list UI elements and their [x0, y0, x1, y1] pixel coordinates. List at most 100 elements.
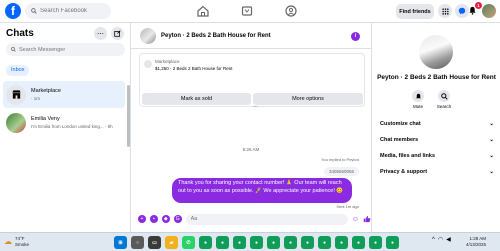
start-icon[interactable]: ⊞: [114, 236, 127, 249]
chrome-icon[interactable]: ●: [335, 236, 348, 249]
chrome-icon[interactable]: ●: [284, 236, 297, 249]
wifi-icon[interactable]: ◠: [438, 236, 443, 243]
conversation-name: Marketplace: [31, 88, 61, 94]
marketplace-listing-card: Marketplace $1,250 · 2 Beds 2 Bath House…: [139, 53, 365, 107]
facebook-logo[interactable]: f: [5, 3, 21, 19]
chrome-icon[interactable]: ●: [386, 236, 399, 249]
search-conversation-button[interactable]: Search: [433, 90, 455, 109]
conversation-marketplace[interactable]: Marketplace · 1m: [3, 81, 125, 108]
account-avatar[interactable]: [482, 4, 496, 18]
image-icon[interactable]: ▪: [149, 215, 158, 223]
typing-dots: ...: [253, 103, 259, 109]
find-friends-button[interactable]: Find friends: [396, 4, 434, 19]
tab-inbox[interactable]: Inbox: [6, 65, 30, 76]
chrome-icon[interactable]: ●: [301, 236, 314, 249]
chat-options-button[interactable]: ⋯: [94, 27, 107, 40]
clock-date: 4/13/2025: [466, 242, 487, 247]
message-composer: + ▪ ◆ G ☺: [131, 209, 371, 229]
emoji-icon[interactable]: ☺: [352, 216, 359, 223]
shop-icon: [11, 90, 21, 99]
conversation-preview: I'm Emilia from London united king... · …: [31, 124, 113, 129]
more-options-button[interactable]: More options: [253, 93, 363, 105]
chrome-icon[interactable]: ●: [250, 236, 263, 249]
chrome-icon[interactable]: ●: [199, 236, 212, 249]
sticker-icon[interactable]: ◆: [161, 215, 170, 223]
conversation-preview: · 1m: [31, 96, 40, 101]
messenger-search[interactable]: [6, 43, 125, 56]
conversation-info-icon[interactable]: i: [351, 32, 360, 41]
top-navigation-bar: f Find friends 1: [0, 0, 500, 23]
messenger-icon: [458, 7, 466, 15]
message-input[interactable]: [185, 213, 348, 225]
weather-condition: Smoke: [15, 241, 30, 247]
mark-as-sold-button[interactable]: Mark as sold: [142, 93, 251, 105]
conversation-emilia-veny[interactable]: Emilia Veny I'm Emilia from London unite…: [3, 109, 125, 136]
conversation-name: Emilia Veny: [31, 116, 60, 122]
listing-profile-image: [419, 35, 453, 69]
marketplace-small-icon: [144, 60, 152, 68]
chevron-down-icon: ⌄: [489, 169, 494, 175]
task-view-icon[interactable]: ▭: [148, 236, 161, 249]
chrome-icon[interactable]: ●: [233, 236, 246, 249]
plus-icon[interactable]: +: [138, 215, 146, 223]
section-label: Chat members: [380, 137, 419, 143]
privacy-support-row[interactable]: Privacy & support ⌄: [380, 167, 494, 177]
chrome-icon[interactable]: ●: [352, 236, 365, 249]
marketplace-avatar: [6, 84, 26, 105]
chrome-icon[interactable]: ●: [216, 236, 229, 249]
chats-title: Chats: [6, 28, 34, 39]
chats-sidebar: Chats ⋯ Inbox Marketplace · 1m Emilia Ve…: [0, 23, 131, 232]
whatsapp-icon[interactable]: ✆: [182, 236, 195, 249]
more-dots-icon: ⋯: [97, 30, 104, 38]
message-timestamp: 5:26 AM: [242, 147, 260, 152]
new-message-button[interactable]: [111, 27, 124, 40]
volume-icon[interactable]: ◀: [446, 236, 451, 243]
file-explorer-icon[interactable]: ▰: [165, 236, 178, 249]
grid-menu-icon: [441, 7, 449, 15]
media-files-links-row[interactable]: Media, files and links ⌄: [380, 151, 494, 161]
marketplace-icon[interactable]: [240, 4, 254, 18]
chat-members-row[interactable]: Chat members ⌄: [380, 135, 494, 145]
windows-taskbar: ☁ 74°F Smoke ⊞ ○ ▭ ▰ ✆ ● ● ● ● ● ● ● ● ●…: [0, 232, 500, 251]
mute-button[interactable]: Mute: [407, 90, 429, 109]
facebook-search-input[interactable]: [40, 8, 100, 14]
marketplace-label: Marketplace: [155, 59, 180, 64]
sidebar-scrollbar[interactable]: [127, 85, 130, 147]
chrome-icon[interactable]: ●: [369, 236, 382, 249]
weather-widget[interactable]: ☁ 74°F Smoke: [4, 236, 29, 247]
chevron-down-icon: ⌄: [489, 137, 494, 143]
messenger-search-input[interactable]: [19, 46, 109, 53]
menu-button[interactable]: [438, 4, 452, 18]
customize-chat-row[interactable]: Customize chat ⌄: [380, 119, 494, 129]
chat-header[interactable]: Peyton · 2 Beds 2 Bath House for Rent: [131, 23, 371, 49]
section-label: Customize chat: [380, 121, 421, 127]
listing-price-title: $1,250 · 2 Beds 2 Bath House for Rent: [155, 66, 233, 71]
taskbar-apps: ⊞ ○ ▭ ▰ ✆ ● ● ● ● ● ● ● ● ● ● ● ●: [114, 236, 399, 249]
chevron-up-icon[interactable]: ^: [432, 237, 435, 243]
section-label: Media, files and links: [380, 153, 436, 159]
facebook-search[interactable]: [25, 3, 111, 19]
chat-window: Peyton · 2 Beds 2 Bath House for Rent i …: [131, 23, 371, 232]
quoted-phone-message[interactable]: 3405560066: [323, 167, 359, 176]
search-icon[interactable]: ○: [131, 236, 144, 249]
search-icon: [440, 92, 448, 100]
listing-thumbnail: [140, 27, 156, 44]
groups-icon[interactable]: [284, 4, 298, 18]
chevron-down-icon: ⌄: [489, 121, 494, 127]
search-icon: [11, 47, 16, 52]
section-label: Privacy & support: [380, 169, 428, 175]
system-clock[interactable]: 1:28 AM 4/13/2025: [466, 236, 486, 248]
weather-icon: ☁: [4, 237, 12, 246]
sent-message-bubble[interactable]: Thank you for sharing your contact numbe…: [172, 178, 352, 203]
emilia-avatar: [6, 112, 26, 133]
conversation-details-panel: Peyton · 2 Beds 2 Bath House for Rent Mu…: [371, 23, 500, 232]
notifications-button[interactable]: 1: [466, 2, 482, 17]
gif-icon[interactable]: G: [173, 215, 182, 223]
system-tray: ^ ◠ ◀: [432, 236, 451, 244]
search-label: Search: [436, 104, 452, 109]
home-icon[interactable]: [196, 4, 210, 18]
chrome-icon[interactable]: ●: [267, 236, 280, 249]
notification-badge: 1: [475, 2, 482, 9]
like-icon[interactable]: [363, 215, 371, 223]
chrome-icon[interactable]: ●: [318, 236, 331, 249]
